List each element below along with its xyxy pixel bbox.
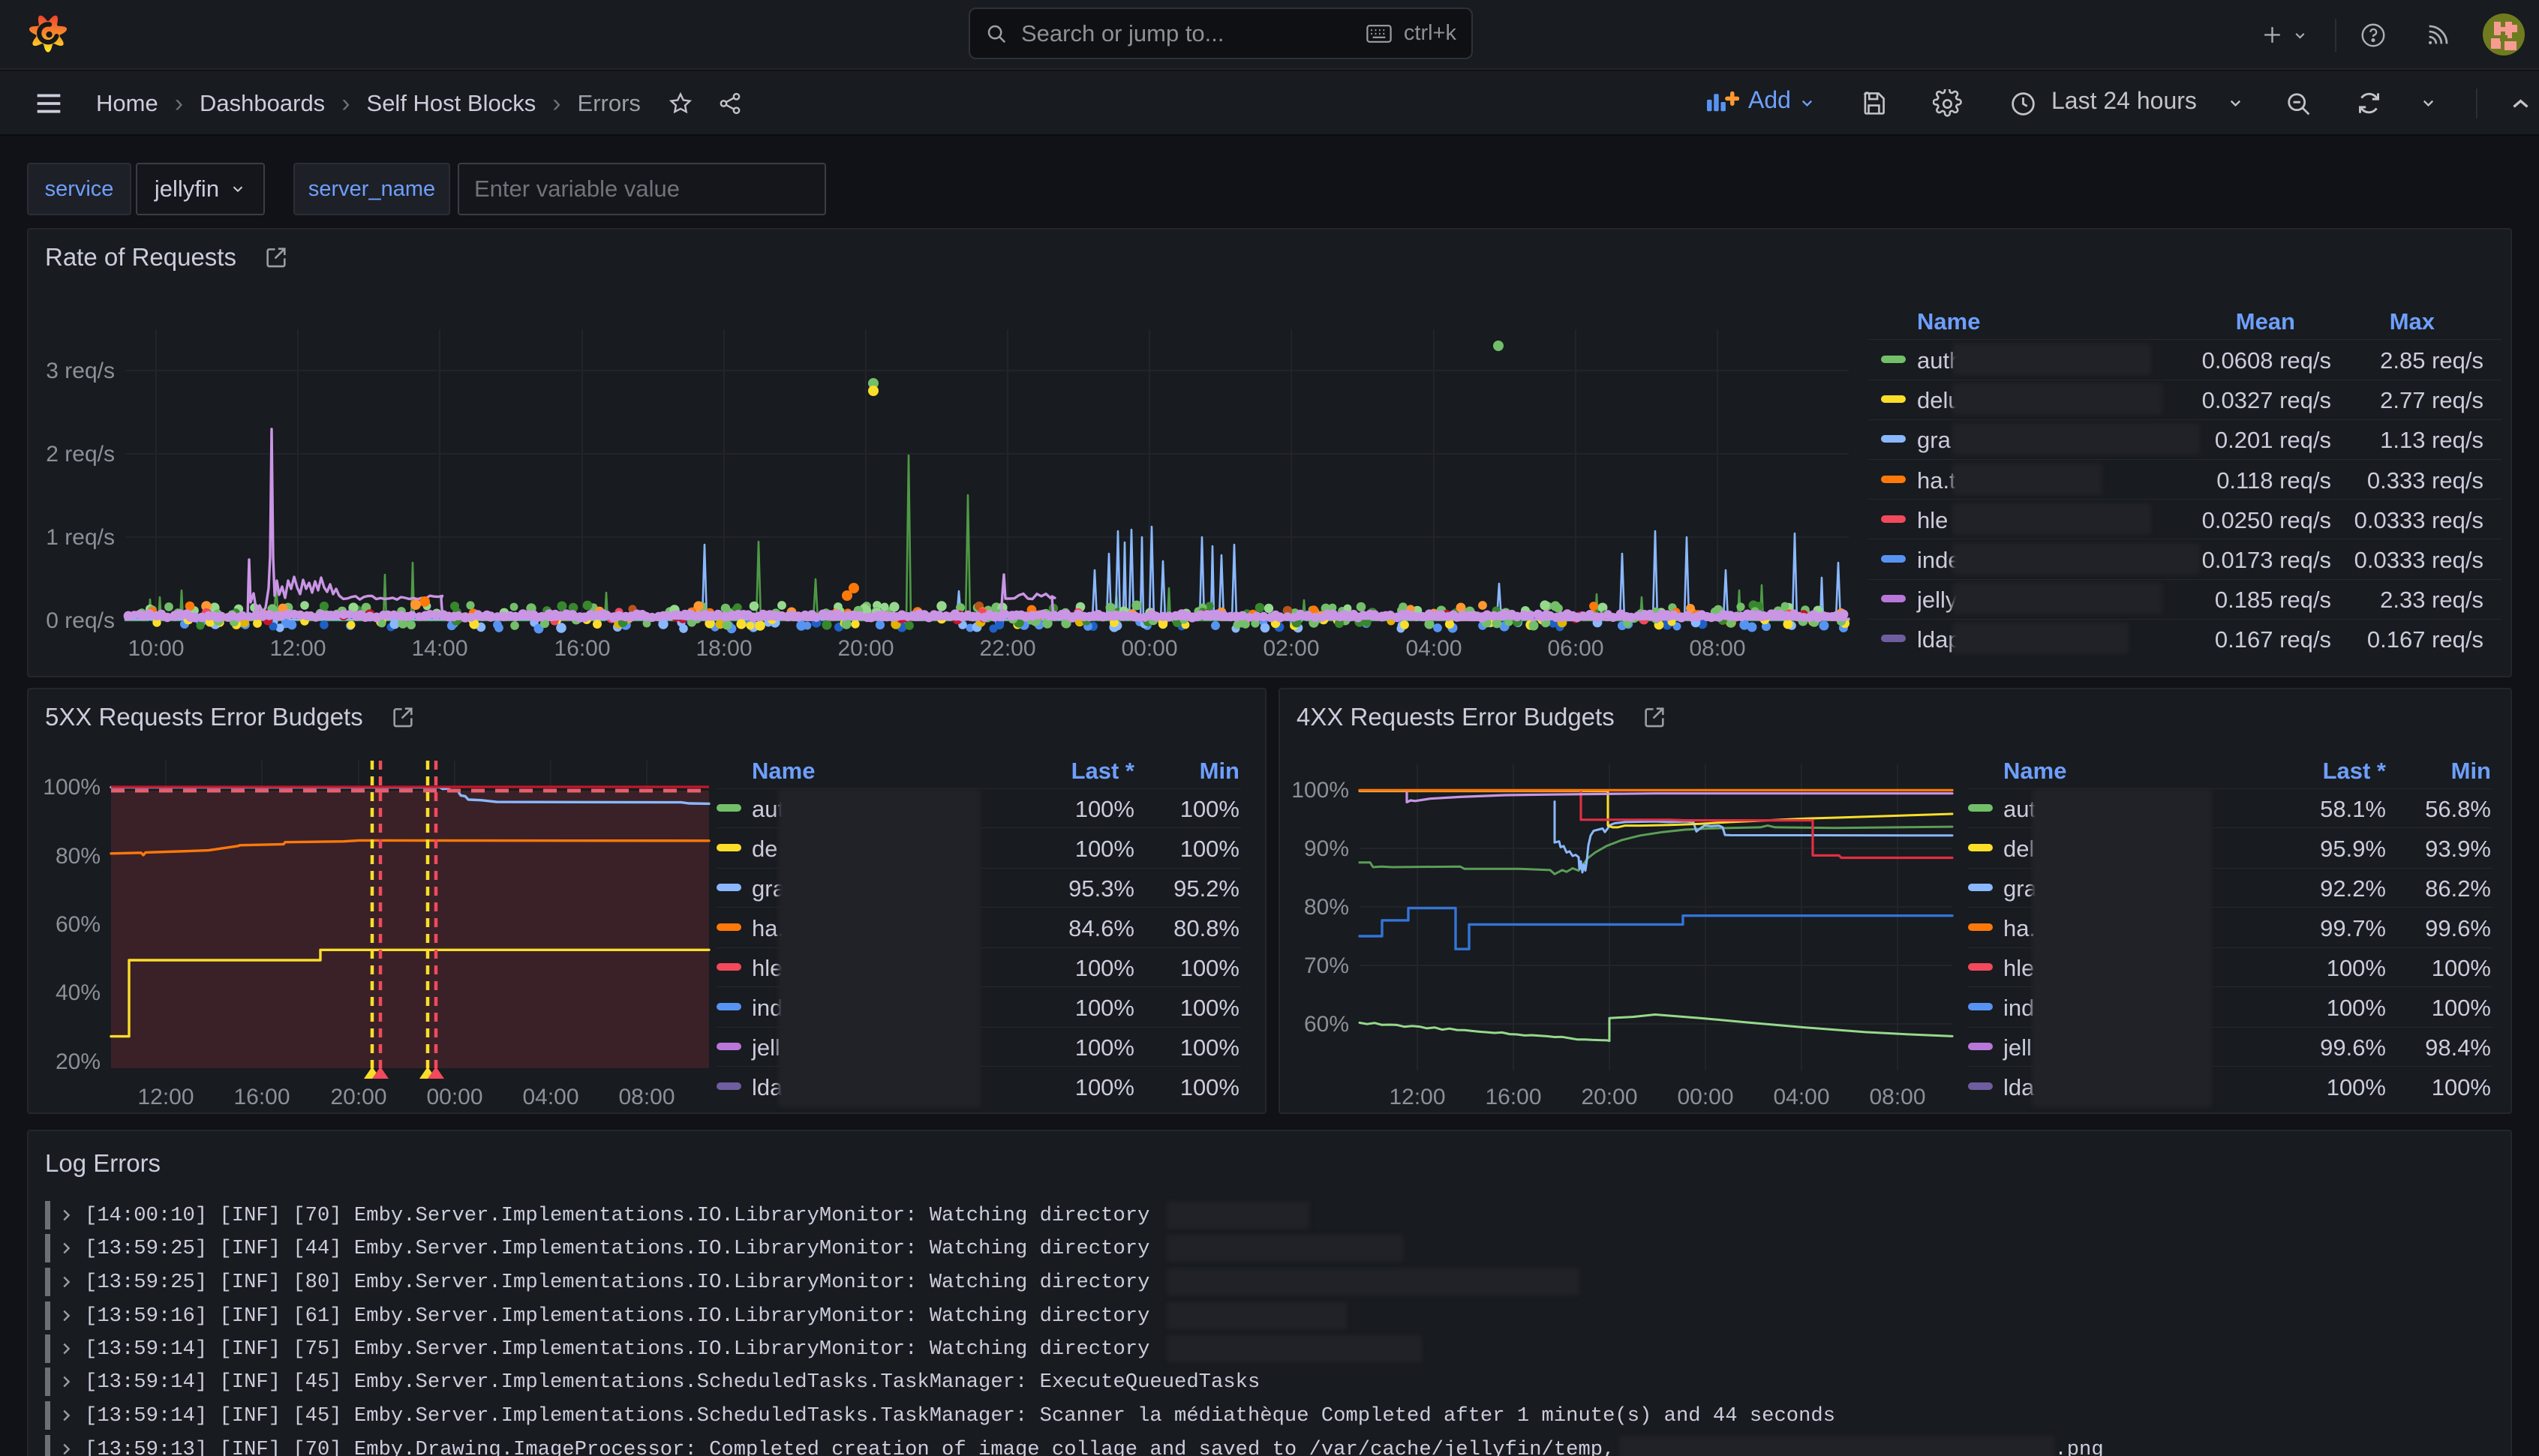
svg-text:3 req/s: 3 req/s [46,359,115,383]
svg-text:12:00: 12:00 [137,1085,194,1109]
svg-text:1 req/s: 1 req/s [46,525,115,550]
svg-text:00:00: 00:00 [1121,636,1177,661]
svg-text:22:00: 22:00 [979,636,1035,661]
svg-text:08:00: 08:00 [618,1085,675,1109]
svg-text:10:00: 10:00 [128,636,184,661]
svg-text:04:00: 04:00 [522,1085,578,1109]
svg-text:2 req/s: 2 req/s [46,442,115,467]
svg-text:40%: 40% [56,980,101,1005]
svg-text:02:00: 02:00 [1263,636,1319,661]
svg-text:70%: 70% [1304,953,1349,978]
svg-text:20:00: 20:00 [330,1085,386,1109]
svg-text:00:00: 00:00 [426,1085,482,1109]
svg-text:00:00: 00:00 [1677,1085,1733,1109]
svg-text:20:00: 20:00 [1581,1085,1637,1109]
svg-text:12:00: 12:00 [1389,1085,1445,1109]
svg-text:06:00: 06:00 [1547,636,1603,661]
svg-text:60%: 60% [1304,1012,1349,1037]
svg-text:60%: 60% [56,912,101,937]
svg-text:20:00: 20:00 [837,636,894,661]
svg-text:04:00: 04:00 [1405,636,1462,661]
svg-text:04:00: 04:00 [1773,1085,1829,1109]
svg-text:16:00: 16:00 [233,1085,290,1109]
svg-text:20%: 20% [56,1049,101,1074]
svg-text:80%: 80% [1304,895,1349,920]
svg-text:08:00: 08:00 [1869,1085,1925,1109]
svg-text:100%: 100% [1291,778,1349,803]
svg-text:14:00: 14:00 [411,636,467,661]
svg-text:90%: 90% [1304,836,1349,861]
svg-text:16:00: 16:00 [554,636,610,661]
svg-text:12:00: 12:00 [269,636,326,661]
svg-text:100%: 100% [43,775,101,800]
svg-text:16:00: 16:00 [1485,1085,1541,1109]
svg-text:18:00: 18:00 [696,636,752,661]
svg-text:80%: 80% [56,844,101,869]
svg-text:0 req/s: 0 req/s [46,608,115,633]
svg-text:08:00: 08:00 [1689,636,1745,661]
